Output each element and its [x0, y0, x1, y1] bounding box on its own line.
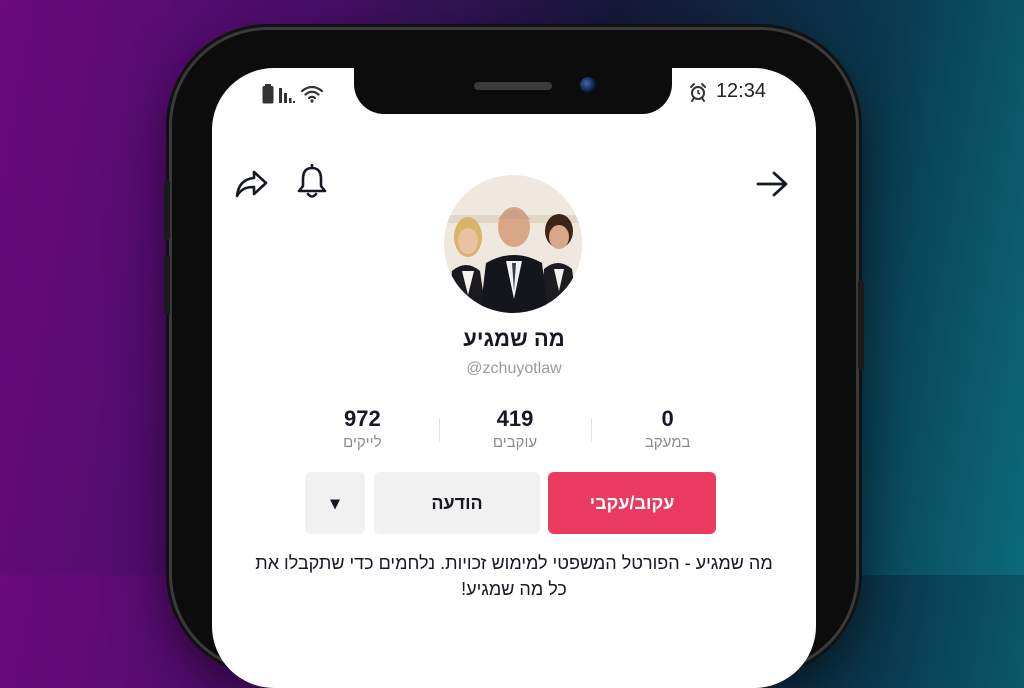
profile-avatar[interactable]	[444, 175, 582, 313]
alarm-icon	[689, 82, 706, 102]
follow-button-label: עקוב/עקבי	[589, 492, 675, 513]
follow-button[interactable]: עקוב/עקבי	[548, 472, 716, 534]
bell-icon	[297, 164, 327, 198]
stat-value: 972	[343, 406, 381, 431]
stat-following[interactable]: 0 במעקב	[591, 406, 744, 454]
wifi-icon	[300, 85, 324, 103]
speaker-grille	[474, 82, 552, 90]
notch	[354, 68, 672, 114]
status-time: 12:34	[715, 80, 766, 102]
stat-value: 419	[496, 406, 534, 431]
back-button[interactable]	[752, 164, 792, 204]
more-options-button[interactable]: ▾	[305, 472, 365, 534]
volume-button	[164, 255, 170, 315]
stat-label: לייקים	[343, 434, 382, 451]
share-icon	[235, 170, 268, 198]
profile-name: מה שמגיע	[463, 326, 565, 351]
profile-handle: @zchuyotlaw	[466, 360, 562, 377]
avatar-photo	[444, 175, 582, 313]
front-camera	[580, 77, 596, 93]
status-icons-right: 12:34	[688, 80, 766, 103]
back-arrow-icon	[756, 171, 788, 197]
power-button	[858, 280, 864, 370]
stat-followers[interactable]: 419 עוקבים	[438, 406, 592, 454]
stat-label: במעקב	[644, 434, 691, 451]
phone-frame: 12:34 מה שמגיע @zchuyotlaw 972 לייקים 41…	[164, 30, 864, 688]
profile-stats: 972 לייקים 419 עוקבים 0 במעקב	[286, 406, 744, 454]
volume-button	[164, 180, 170, 240]
status-icons-left	[262, 84, 324, 104]
battery-icon	[262, 84, 274, 104]
profile-bio: מה שמגיע - הפורטל המשפטי למימוש זכויות. …	[255, 553, 773, 599]
message-button-label: הודעה	[431, 492, 483, 513]
stat-label: עוקבים	[492, 434, 538, 451]
dropdown-triangle-icon: ▾	[330, 492, 340, 513]
stat-value: 0	[661, 406, 674, 431]
phone-screen: 12:34 מה שמגיע @zchuyotlaw 972 לייקים 41…	[212, 68, 816, 688]
signal-icon	[279, 88, 295, 103]
share-button[interactable]	[232, 164, 272, 204]
stat-likes[interactable]: 972 לייקים	[286, 406, 439, 454]
notifications-button[interactable]	[292, 162, 332, 202]
message-button[interactable]: הודעה	[374, 472, 540, 534]
